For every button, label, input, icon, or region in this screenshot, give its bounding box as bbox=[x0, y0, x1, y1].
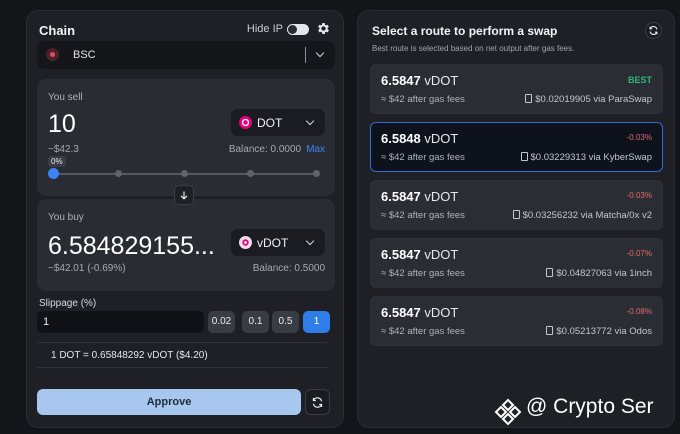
amount-slider[interactable] bbox=[48, 168, 320, 179]
approve-button[interactable]: Approve bbox=[37, 389, 301, 415]
chain-title: Chain bbox=[39, 23, 76, 38]
route-via: $0.03256232 via Matcha/0x v2 bbox=[512, 210, 652, 221]
buy-label: You buy bbox=[48, 212, 84, 223]
route-amount: 6.5848 vDOT bbox=[381, 131, 459, 146]
route-diff-tag: -0.08% bbox=[626, 307, 652, 316]
route-fees: ≈ $42 after gas fees bbox=[381, 268, 465, 279]
route-amount: 6.5847 vDOT bbox=[381, 73, 459, 88]
buy-amount: 6.584829155... bbox=[48, 232, 215, 260]
dot-token-icon bbox=[239, 116, 252, 129]
slippage-option[interactable]: 0.5 bbox=[272, 311, 299, 333]
sell-amount-input[interactable]: 10 bbox=[48, 110, 76, 139]
route-diff-tag: -0.07% bbox=[626, 249, 652, 258]
buy-card: You buy 6.584829155... vDOT ~$42.01 (-0.… bbox=[37, 199, 335, 291]
gas-pump-icon bbox=[512, 210, 520, 219]
route-option[interactable]: 6.5847 vDOT -0.07% ≈ $42 after gas fees … bbox=[370, 238, 663, 288]
gas-pump-icon bbox=[525, 94, 533, 103]
binance-logo-icon bbox=[494, 398, 522, 426]
route-fees: ≈ $42 after gas fees bbox=[381, 210, 465, 221]
sell-token-selector[interactable]: DOT bbox=[231, 109, 325, 136]
route-amount: 6.5847 vDOT bbox=[381, 247, 459, 262]
route-amount: 6.5847 vDOT bbox=[381, 305, 459, 320]
slider-step[interactable] bbox=[247, 170, 254, 177]
exchange-rate: 1 DOT = 0.65848292 vDOT ($4.20) bbox=[37, 342, 327, 368]
percent-tooltip: 0% bbox=[48, 156, 66, 167]
route-fees: ≈ $42 after gas fees bbox=[381, 94, 465, 105]
bsc-logo-icon bbox=[46, 48, 59, 61]
refresh-icon bbox=[649, 26, 658, 35]
route-diff-tag: -0.03% bbox=[626, 191, 652, 200]
sell-token-name: DOT bbox=[257, 116, 283, 130]
gas-pump-icon bbox=[546, 326, 554, 335]
slider-step[interactable] bbox=[115, 170, 122, 177]
slippage-option-selected[interactable]: 1 bbox=[303, 311, 330, 333]
slider-step[interactable] bbox=[181, 170, 188, 177]
slippage-input[interactable] bbox=[37, 311, 204, 333]
chevron-down-icon bbox=[315, 48, 325, 58]
chevron-down-icon bbox=[305, 236, 315, 246]
route-option[interactable]: 6.5847 vDOT -0.08% ≈ $42 after gas fees … bbox=[370, 296, 663, 346]
route-option-selected[interactable]: 6.5848 vDOT -0.03% ≈ $42 after gas fees … bbox=[370, 122, 663, 172]
route-via: $0.05213772 via Odos bbox=[546, 326, 652, 337]
sell-balance-text: Balance: 0.0000 bbox=[228, 144, 302, 155]
slider-thumb[interactable] bbox=[48, 168, 59, 179]
vdot-token-icon bbox=[239, 236, 252, 249]
sell-balance: Balance: 0.0000 Max bbox=[229, 144, 325, 155]
routes-subtitle: Best route is selected based on net outp… bbox=[372, 44, 575, 53]
route-via: $0.04827063 via 1inch bbox=[546, 268, 652, 279]
routes-refresh-button[interactable] bbox=[645, 22, 662, 39]
gas-pump-icon bbox=[520, 152, 528, 161]
refresh-icon bbox=[312, 397, 323, 408]
sell-label: You sell bbox=[48, 92, 83, 103]
route-option[interactable]: 6.5847 vDOT BEST ≈ $42 after gas fees $0… bbox=[370, 64, 663, 114]
gas-pump-icon bbox=[546, 268, 554, 277]
chain-name: BSC bbox=[73, 49, 96, 61]
buy-usd-value: ~$42.01 (-0.69%) bbox=[48, 263, 126, 274]
hide-ip-label: Hide IP bbox=[246, 23, 283, 35]
max-button[interactable]: Max bbox=[306, 144, 325, 155]
arrow-down-icon bbox=[180, 191, 188, 200]
route-diff-tag: -0.03% bbox=[626, 133, 652, 142]
slippage-label: Slippage (%) bbox=[39, 298, 97, 309]
refresh-button[interactable] bbox=[305, 389, 330, 415]
buy-token-name: vDOT bbox=[257, 236, 289, 250]
exchange-rate-text: 1 DOT = 0.65848292 vDOT ($4.20) bbox=[51, 350, 208, 361]
slippage-option[interactable]: 0.02 bbox=[208, 311, 235, 333]
route-via: $0.02019905 via ParaSwap bbox=[525, 94, 652, 105]
route-option[interactable]: 6.5847 vDOT -0.03% ≈ $42 after gas fees … bbox=[370, 180, 663, 230]
route-fees: ≈ $42 after gas fees bbox=[381, 326, 465, 337]
routes-panel: Select a route to perform a swap Best ro… bbox=[357, 10, 675, 428]
slider-step[interactable] bbox=[313, 170, 320, 177]
hide-ip-toggle[interactable] bbox=[287, 24, 309, 35]
route-amount: 6.5847 vDOT bbox=[381, 189, 459, 204]
chain-selector[interactable]: BSC bbox=[37, 41, 335, 69]
route-via: $0.03229313 via KyberSwap bbox=[520, 152, 652, 163]
sell-usd-value: ~$42.3 bbox=[48, 144, 79, 155]
divider bbox=[305, 47, 306, 63]
swap-direction-button[interactable] bbox=[174, 185, 194, 205]
routes-title: Select a route to perform a swap bbox=[372, 24, 558, 38]
route-best-tag: BEST bbox=[627, 75, 652, 85]
buy-token-selector[interactable]: vDOT bbox=[231, 229, 325, 256]
slippage-option[interactable]: 0.1 bbox=[242, 311, 269, 333]
chevron-down-icon bbox=[305, 116, 315, 126]
gear-icon[interactable] bbox=[316, 21, 331, 36]
watermark-text: @ Crypto Ser bbox=[526, 395, 654, 418]
sell-card: You sell 10 DOT ~$42.3 Balance: 0.0000 Ma… bbox=[37, 79, 335, 196]
buy-balance: Balance: 0.5000 bbox=[252, 263, 325, 274]
swap-panel: Chain Hide IP BSC You sell 10 DOT ~$42.3… bbox=[26, 10, 344, 428]
route-fees: ≈ $42 after gas fees bbox=[381, 152, 465, 163]
